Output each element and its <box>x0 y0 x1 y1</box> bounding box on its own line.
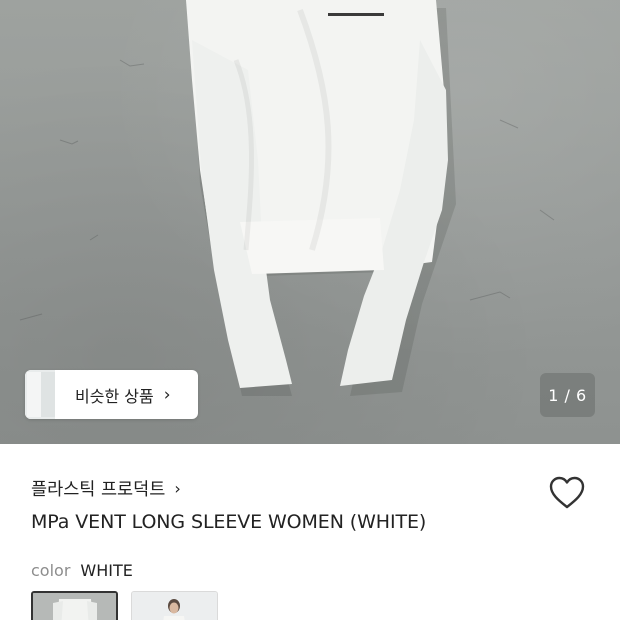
color-selector: color WHITE <box>31 561 133 580</box>
heart-outline-icon[interactable] <box>548 474 586 512</box>
brand-name: 플라스틱 프로덕트 <box>31 479 166 500</box>
image-counter: 1 / 6 <box>540 373 595 417</box>
color-value: WHITE <box>80 561 133 580</box>
color-label: color <box>31 561 71 580</box>
product-detail-page: 비슷한 상품 › 1 / 6 플라스틱 프로덕트 › MPa VENT LONG… <box>0 0 620 620</box>
model-photo-thumbnail <box>132 592 217 620</box>
product-image-gallery[interactable]: 비슷한 상품 › 1 / 6 <box>0 0 620 444</box>
chevron-right-icon: › <box>163 384 171 405</box>
similar-product-thumbnail <box>25 370 55 419</box>
brand-link[interactable]: 플라스틱 프로덕트 › <box>31 474 181 502</box>
color-option-model-photo[interactable] <box>131 591 218 620</box>
product-title: MPa VENT LONG SLEEVE WOMEN (WHITE) <box>31 511 427 533</box>
color-option-white-selected[interactable] <box>31 591 118 620</box>
similar-products-button[interactable]: 비슷한 상품 › <box>25 370 198 419</box>
similar-products-label: 비슷한 상품 <box>75 386 154 406</box>
color-swatch-image <box>33 593 116 620</box>
chevron-right-icon: › <box>174 478 181 498</box>
